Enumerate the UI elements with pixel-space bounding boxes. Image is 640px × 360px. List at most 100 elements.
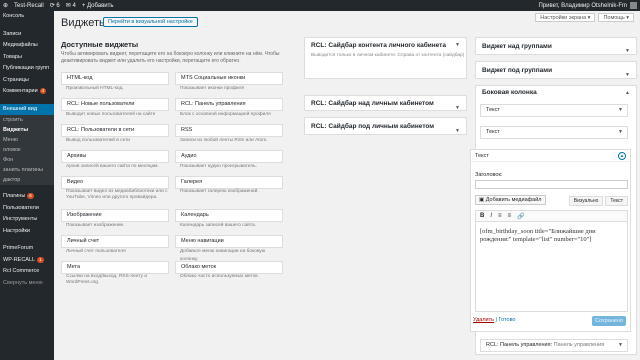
add-new-link[interactable]: + Добавить — [82, 3, 114, 9]
editor-header[interactable]: Текст — [471, 150, 630, 162]
sidebar-item-settings[interactable]: Настройки — [0, 226, 54, 238]
sidebar-subitem-header[interactable]: оловок — [0, 145, 54, 155]
sidebar-item-label: Меню — [3, 137, 18, 143]
link-icon[interactable]: 🔗 — [517, 213, 524, 220]
widget-new-users[interactable]: RCL: Новые пользователи — [61, 98, 169, 111]
widget-tag-cloud[interactable]: Облако меток — [175, 261, 283, 274]
area-above-account[interactable]: RCL: Сайдбар над личным кабинетом ▼ — [304, 95, 467, 111]
title-input[interactable] — [475, 180, 628, 189]
collapse-menu-button[interactable]: Свернуть меню — [0, 278, 54, 290]
caret-down-icon[interactable]: ▼ — [455, 42, 460, 48]
sidebar-subitem-widgets[interactable]: Виджеты — [0, 125, 54, 135]
updates-link[interactable]: ⟳ 6 — [50, 2, 60, 9]
sidebar-item-appearance[interactable]: Внешний вид — [0, 103, 54, 115]
plugins-badge: 6 — [27, 193, 34, 199]
caret-down-icon[interactable]: ▼ — [625, 42, 630, 60]
sidebar-subitem-menus[interactable]: Меню — [0, 135, 54, 145]
widget-users-online[interactable]: RCL: Пользователи в сети — [61, 124, 169, 137]
caret-down-icon[interactable]: ▼ — [618, 340, 623, 351]
widget-archives[interactable]: Архивы — [61, 150, 169, 163]
numbered-list-icon[interactable]: ≡ — [508, 213, 512, 219]
area-title: Виджет над группами — [482, 43, 552, 50]
widget-html-code[interactable]: HTML-код — [61, 72, 169, 85]
sidebar-widget-control-panel[interactable]: RCL: Панель управления: Панель управлени… — [480, 339, 628, 352]
sidebar-item-label: занить плагины — [3, 167, 43, 173]
add-media-button[interactable]: ▣ Добавить медиафайл — [475, 195, 546, 205]
sidebar-item-console[interactable]: Консоль — [0, 11, 54, 23]
widget-meta[interactable]: Мета — [61, 261, 169, 274]
sidebar-item-label: Свернуть меню — [3, 279, 43, 286]
sidebar-item-label: оловок — [3, 147, 21, 153]
sidebar-item-label: Страницы — [3, 76, 29, 83]
widget-gallery[interactable]: Галерея — [175, 176, 283, 189]
sidebar-item-media[interactable]: Медиафайлы — [0, 40, 54, 52]
sidebar-item-group-posts[interactable]: Публикации групп — [0, 63, 54, 75]
sidebar-subitem-install-plugins[interactable]: занить плагины — [0, 165, 54, 175]
widget-personal-account[interactable]: Личный счет — [61, 235, 169, 248]
done-link[interactable]: Готово — [499, 317, 516, 323]
tab-text[interactable]: Текст — [605, 196, 628, 206]
widget-audio[interactable]: Аудио — [175, 150, 283, 163]
caret-down-icon[interactable]: ▼ — [618, 127, 623, 138]
caret-down-icon[interactable]: ▼ — [455, 122, 460, 140]
sidebar-item-posts[interactable]: Записи — [0, 29, 54, 41]
widget-control-panel[interactable]: RCL: Панель управления — [175, 98, 283, 111]
tab-visual[interactable]: Визуально — [568, 196, 604, 206]
sidebar-subitem-customize[interactable]: строить — [0, 115, 54, 125]
screen-options-button[interactable]: Настройки экрана ▾ — [535, 13, 596, 22]
delete-link[interactable]: Удалить — [473, 317, 494, 323]
sidebar-subitem-background[interactable]: Фон — [0, 155, 54, 165]
widget-rss[interactable]: RSS — [175, 124, 283, 137]
widget-title: RCL: Панель управления: — [486, 342, 553, 348]
sidebar-item-label: Товары — [3, 53, 22, 60]
area-content-sidebar[interactable]: RCL: Сайдбар контента личного кабинета В… — [304, 37, 467, 79]
widget-description: Личный счет пользователя — [66, 249, 126, 254]
sidebar-widget-text[interactable]: Текст ▼ — [480, 126, 628, 139]
caret-down-icon[interactable]: ▼ — [618, 105, 623, 116]
site-name-link[interactable]: Test-Recall — [14, 3, 44, 9]
sidebar-item-label: Фон — [3, 157, 14, 163]
sidebar-item-plugins[interactable]: Плагины 6 — [0, 191, 54, 203]
widget-calendar[interactable]: Календарь — [175, 209, 283, 222]
admin-bar: ⊕ Test-Recall ⟳ 6 ✉ 4 + Добавить Привет,… — [0, 0, 640, 11]
avatar[interactable] — [630, 2, 637, 9]
bullet-list-icon[interactable]: ≡ — [498, 213, 502, 219]
sidebar-item-pages[interactable]: Страницы — [0, 75, 54, 87]
widget-description: Показывает иконки профиля — [180, 86, 244, 91]
sidebar-item-tools[interactable]: Инструменты — [0, 214, 54, 226]
sidebar-item-label: Виджеты — [3, 127, 29, 133]
caret-up-icon[interactable]: ▲ — [625, 90, 630, 96]
sidebar-item-comments[interactable]: Комментарии 4 — [0, 86, 54, 98]
area-above-groups[interactable]: Виджет над группами ▼ — [475, 37, 637, 55]
italic-icon[interactable]: I — [490, 213, 492, 219]
manage-in-customizer-button[interactable]: Перейти в визуальной настройке — [103, 17, 198, 27]
comments-link[interactable]: ✉ 4 — [66, 2, 76, 9]
area-below-groups[interactable]: Виджет под группами ▼ — [475, 61, 637, 79]
sidebar-item-products[interactable]: Товары — [0, 52, 54, 64]
widget-social-icons[interactable]: MTS Социальные иконки — [175, 72, 283, 85]
sidebar-item-primeforum[interactable]: PrimeForum — [0, 243, 54, 255]
help-button[interactable]: Помощь ▾ — [598, 13, 634, 22]
editor-content[interactable]: [ofm_birthday_soon title="Ближайшие дни … — [475, 222, 628, 312]
sidebar-item-wp-recall[interactable]: WP-RECALL 1 — [0, 255, 54, 267]
wp-recall-badge: 1 — [37, 256, 44, 263]
widget-nav-menu[interactable]: Меню навигации — [175, 235, 283, 248]
caret-down-icon[interactable]: ▼ — [455, 100, 460, 116]
sidebar-item-label: WP-RECALL — [3, 256, 36, 263]
sidebar-item-users[interactable]: Пользователи — [0, 203, 54, 215]
wordpress-logo-icon[interactable]: ⊕ — [3, 2, 8, 9]
sidebar-subitem-editor[interactable]: дактор — [0, 175, 54, 185]
widget-image[interactable]: Изображение — [61, 209, 169, 222]
sidebar-item-rcl-commerce[interactable]: Rcl Commerce — [0, 266, 54, 278]
sidebar-item-label: Записи — [3, 30, 22, 37]
saved-button[interactable]: Сохранено — [592, 316, 626, 326]
sidebar-widget-text[interactable]: Текст ▼ — [480, 104, 628, 117]
bold-icon[interactable]: B — [480, 213, 484, 219]
caret-down-icon[interactable]: ▼ — [625, 66, 630, 84]
greeting[interactable]: Привет, Владимир Otshelnik-Fm — [538, 3, 627, 9]
collapse-icon[interactable]: ▴ — [618, 152, 626, 160]
area-title: Боковая колонка — [482, 89, 537, 96]
widget-description: Показывает изображение. — [66, 223, 125, 228]
area-below-account[interactable]: RCL: Сайдбар под личным кабинетом ▼ — [304, 117, 467, 135]
widget-video[interactable]: Видео — [61, 176, 169, 189]
